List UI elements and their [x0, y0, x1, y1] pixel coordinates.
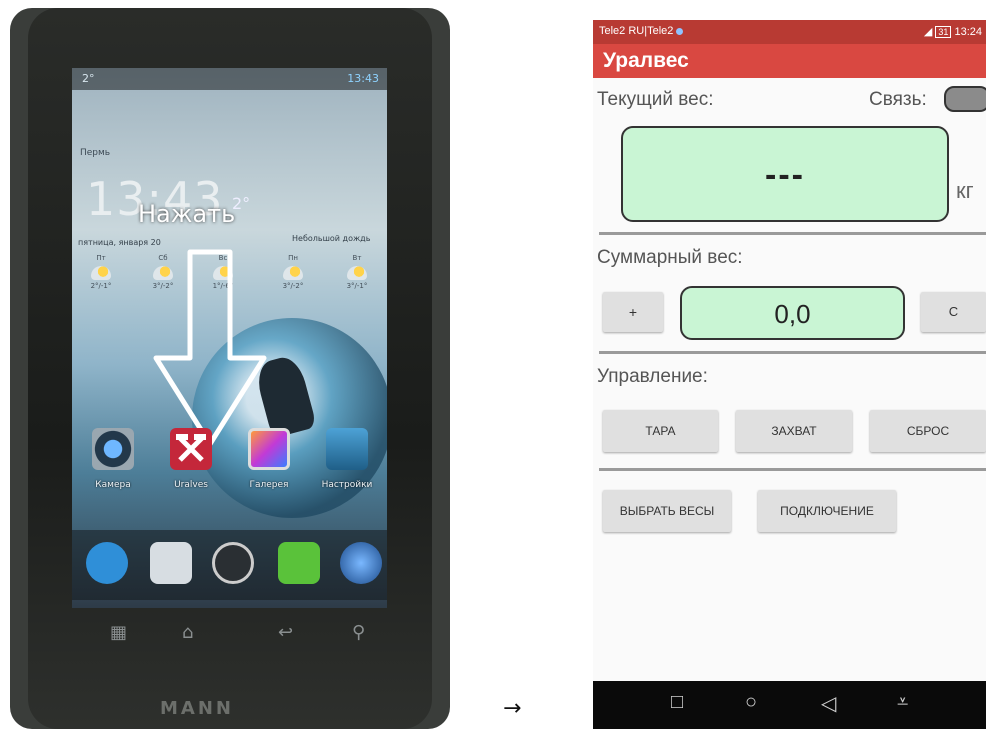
cloud-sun-icon: [283, 266, 303, 280]
square-icon[interactable]: □: [671, 691, 683, 714]
control-label: Управление:: [597, 366, 708, 387]
back-triangle-icon[interactable]: ◁: [821, 691, 836, 716]
select-scales-button[interactable]: ВЫБРАТЬ ВЕСЫ: [603, 490, 731, 532]
battery-level: 31: [935, 26, 952, 38]
app-bar: Уралвес: [593, 44, 986, 78]
apps-grid-icon[interactable]: [212, 542, 254, 584]
status-time: 13:24: [954, 26, 982, 38]
forecast-day: Вт 3°/-1°: [332, 254, 382, 290]
system-nav-bar: □ ○ ◁ ⩡: [593, 681, 986, 729]
signal-icon: ◢: [923, 26, 933, 38]
weather-city: Пермь: [80, 148, 111, 158]
device-photo: 2° 13:43 Пермь 13:43 2° пятница, января …: [10, 8, 450, 729]
status-temp: 2°: [82, 72, 95, 85]
contacts-icon[interactable]: [150, 542, 192, 584]
search-key-icon[interactable]: ⚲: [352, 622, 365, 643]
reset-button[interactable]: СБРОС: [870, 410, 986, 452]
forecast-day: Пт 2°/-1°: [76, 254, 126, 290]
cloud-sun-icon: [91, 266, 111, 280]
app-settings[interactable]: Настройки: [312, 428, 382, 490]
connection-toggle[interactable]: [944, 86, 986, 112]
app-label: Галерея: [249, 480, 289, 490]
current-weight-label: Текущий вес:: [597, 89, 714, 110]
transition-arrow: →: [503, 696, 522, 721]
photo-status-bar: 2° 13:43: [72, 68, 387, 90]
back-key-icon[interactable]: ↩: [278, 622, 293, 643]
day-temp: 2°/-1°: [90, 282, 112, 290]
current-weight-display: ---: [621, 126, 949, 222]
status-right: ◢ 31 13:24: [924, 25, 982, 38]
app-label: Настройки: [321, 480, 373, 490]
carrier-name: Tele2 RU|Tele2: [599, 25, 684, 37]
tare-button[interactable]: ТАРА: [603, 410, 718, 452]
app-gallery[interactable]: Галерея: [234, 428, 304, 490]
day-name: Пт: [96, 254, 106, 262]
gallery-icon: [248, 428, 290, 470]
carrier-text: Tele2 RU|Tele2: [599, 25, 674, 37]
clear-button[interactable]: C: [921, 292, 986, 332]
day-name: Пн: [288, 254, 298, 262]
hardware-keys: ▦ ⌂ ↩ ⚲: [72, 608, 387, 668]
cloud-sun-icon: [347, 266, 367, 280]
divider: [599, 468, 986, 471]
capture-button[interactable]: ЗАХВАТ: [736, 410, 852, 452]
day-name: Вт: [352, 254, 362, 262]
camera-icon: [92, 428, 134, 470]
connect-button[interactable]: ПОДКЛЮЧЕНИЕ: [758, 490, 896, 532]
app-uralves[interactable]: Uralves: [156, 428, 226, 490]
menu-key-icon[interactable]: ▦: [110, 622, 127, 643]
app-label: Камера: [95, 480, 131, 490]
annotation-label: Нажать: [138, 200, 236, 228]
signal-dot-icon: [676, 27, 684, 35]
circle-home-icon[interactable]: ○: [745, 691, 757, 714]
plus-button[interactable]: +: [603, 292, 663, 332]
phone-icon[interactable]: [86, 542, 128, 584]
sum-weight-label: Суммарный вес:: [597, 247, 743, 268]
connection-label: Связь:: [869, 89, 927, 110]
app-title: Уралвес: [603, 49, 689, 72]
device-brand: MANN: [160, 698, 234, 719]
status-time: 13:43: [347, 72, 379, 85]
app-camera[interactable]: Камера: [78, 428, 148, 490]
forecast-day: Пн 3°/-2°: [268, 254, 318, 290]
status-bar: Tele2 RU|Tele2 ◢ 31 13:24: [593, 20, 986, 44]
sum-weight-value: 0,0: [774, 299, 811, 329]
messages-icon[interactable]: [278, 542, 320, 584]
app-screenshot: Tele2 RU|Tele2 ◢ 31 13:24 Уралвес Текущи…: [593, 20, 986, 729]
weather-date: пятница, января 20: [78, 238, 161, 247]
hammer-icon: [170, 428, 212, 470]
sum-weight-display: 0,0: [680, 286, 905, 340]
notification-down-icon[interactable]: ⩡: [897, 691, 908, 714]
settings-icon: [326, 428, 368, 470]
current-weight-value: ---: [765, 156, 805, 194]
divider: [599, 351, 986, 354]
home-dock: [72, 530, 387, 600]
day-temp: 3°/-2°: [282, 282, 304, 290]
day-temp: 3°/-1°: [346, 282, 368, 290]
home-key-icon[interactable]: ⌂: [182, 622, 193, 643]
weather-forecast: Небольшой дождь: [292, 234, 371, 243]
annotation-arrow-icon: [153, 249, 267, 447]
browser-icon[interactable]: [340, 542, 382, 584]
weight-unit: кг: [956, 178, 974, 203]
divider: [599, 232, 986, 235]
app-label: Uralves: [174, 480, 208, 490]
